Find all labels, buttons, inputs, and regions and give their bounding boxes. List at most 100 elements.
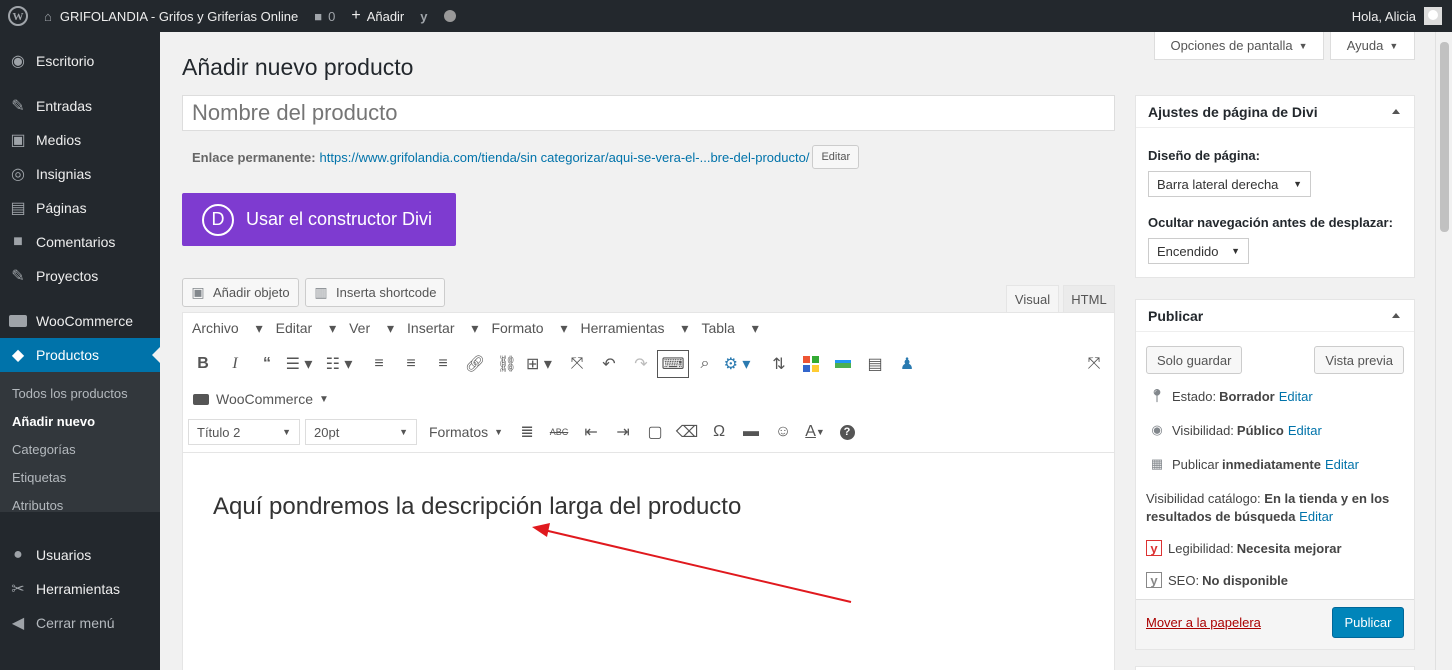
font-size-select[interactable]: 20pt ▼ [305,419,417,445]
find-icon[interactable]: ⌕ [689,350,721,378]
person-icon[interactable]: ♟ [891,350,923,378]
horizontal-line-icon[interactable]: ▬ [735,418,767,446]
italic-icon[interactable]: I [219,350,251,378]
preview-button[interactable]: Vista previa [1314,346,1404,374]
permalink-url[interactable]: https://www.grifolandia.com/tienda/sin c… [320,150,810,165]
menu-tabla[interactable]: Tabla ▾ [701,320,758,337]
align-center-icon[interactable]: ≡ [395,350,427,378]
strikethrough-icon[interactable]: ABC [543,418,575,446]
sort-icon[interactable]: ⇅ [763,350,795,378]
menu-archivo[interactable]: Archivo ▾ [192,320,263,337]
indent-icon[interactable]: ⇥ [607,418,639,446]
page-scrollbar[interactable] [1435,32,1452,670]
catalog-edit-link[interactable]: Editar [1299,509,1333,524]
screen-options-button[interactable]: Opciones de pantalla ▼ [1154,32,1324,60]
align-right-icon[interactable]: ≡ [427,350,459,378]
distraction-free-icon[interactable]: ⤧ [1078,350,1110,378]
publish-header[interactable]: Publicar [1136,300,1414,332]
trash-link[interactable]: Mover a la papelera [1146,615,1261,630]
sidebar-item-entradas[interactable]: ✎ Entradas [0,89,160,123]
collapse-menu[interactable]: ◀ Cerrar menú [0,606,160,640]
layout-label: Diseño de página: [1148,148,1260,163]
tab-visual[interactable]: Visual [1006,285,1059,313]
special-char-icon[interactable]: Ω [703,418,735,446]
settings-icon[interactable]: ⚙ ▾ [721,350,753,378]
site-name-link[interactable]: ⌂ GRIFOLANDIA - Grifos y Griferías Onlin… [36,0,306,32]
dashboard-icon: ◉ [11,53,25,70]
nav-select[interactable]: Encendido ▼ [1148,238,1249,264]
menu-editar[interactable]: Editar ▾ [276,320,337,337]
paste-text-icon[interactable]: ▢ [639,418,671,446]
help-button[interactable]: Ayuda ▼ [1330,32,1415,60]
justify-icon[interactable]: ≣ [511,418,543,446]
submenu-atributos[interactable]: Atributos [12,498,63,513]
sidebar-item-medios[interactable]: ▣ Medios [0,123,160,157]
submenu-todos-productos[interactable]: Todos los productos [12,386,128,401]
wrench-icon: ✂ [11,581,25,598]
sidebar-item-insignias[interactable]: ◎ Insignias [0,157,160,191]
divider-icon[interactable]: ▤ [859,350,891,378]
sidebar-item-woocommerce[interactable]: WooCommerce [0,304,160,338]
add-new-link[interactable]: + Añadir [343,0,412,32]
yoast-icon: y [1146,572,1162,588]
menu-insertar[interactable]: Insertar ▾ [407,320,478,337]
text-color-icon[interactable]: A ▼ [799,418,831,446]
status-edit-link[interactable]: Editar [1279,389,1313,404]
sidebar-item-productos[interactable]: ◆ Productos [0,338,160,372]
unlink-icon[interactable]: ⛓ [491,350,523,378]
emoji-icon[interactable]: ☺ [767,418,799,446]
sidebar-item-escritorio[interactable]: ◉ Escritorio [0,44,160,78]
clear-formatting-icon[interactable]: ⌫ [671,418,703,446]
wordpress-icon[interactable]: W [0,0,36,32]
submenu-etiquetas[interactable]: Etiquetas [12,470,66,485]
numbered-list-icon[interactable]: ☷ ▾ [323,350,355,378]
button-shortcode-icon[interactable] [827,350,859,378]
outdent-icon[interactable]: ⇤ [575,418,607,446]
sidebar-item-paginas[interactable]: ▤ Páginas [0,191,160,225]
submenu-categorias[interactable]: Categorías [12,442,76,457]
formats-menu[interactable]: Formatos ▼ [429,424,503,440]
tab-html[interactable]: HTML [1063,285,1115,313]
bold-icon[interactable]: B [187,350,219,378]
fullscreen-icon[interactable]: ⤧ [561,350,593,378]
schedule-edit-link[interactable]: Editar [1325,457,1359,472]
menu-formato[interactable]: Formato ▾ [491,320,567,337]
publish-button[interactable]: Publicar [1332,607,1404,638]
layout-select[interactable]: Barra lateral derecha ▼ [1148,171,1311,197]
comments-link[interactable]: ■ 0 [306,0,343,32]
editor-toolbar-1: B I “ ☰ ▾ ☷ ▾ ≡ ≡ ≡ 🔗︎ ⛓ ⊞ ▾ ⤧ ↶ ↷ ⌨ ⌕ ⚙… [183,347,1114,381]
redo-icon[interactable]: ↷ [625,350,657,378]
sidebar-item-proyectos[interactable]: ✎ Proyectos [0,259,160,293]
align-left-icon[interactable]: ≡ [363,350,395,378]
user-menu[interactable]: Hola, Alicia [1352,0,1452,32]
menu-herramientas[interactable]: Herramientas ▾ [580,320,688,337]
sidebar-item-comentarios[interactable]: ■ Comentarios [0,225,160,259]
add-media-button[interactable]: ▣ Añadir objeto [182,278,299,307]
heading-select[interactable]: Título 2 ▼ [188,419,300,445]
quote-icon[interactable]: “ [251,350,283,378]
publish-footer: Mover a la papelera Publicar [1136,599,1414,649]
submenu-anadir-nuevo[interactable]: Añadir nuevo [12,414,95,429]
bullet-list-icon[interactable]: ☰ ▾ [283,350,315,378]
divi-settings-header[interactable]: Ajustes de página de Divi [1136,96,1414,128]
product-title-input[interactable] [182,95,1115,131]
insert-shortcode-button[interactable]: ▥ Inserta shortcode [305,278,446,307]
help-icon[interactable]: ? [831,418,863,446]
caret-down-icon: ▼ [1389,40,1399,51]
divi-builder-button[interactable]: D Usar el constructor Divi [182,193,456,246]
permalink-edit-button[interactable]: Editar [812,145,860,169]
table-icon[interactable]: ⊞ ▾ [523,350,555,378]
menu-ver[interactable]: Ver ▾ [349,320,394,337]
modules-icon[interactable] [795,350,827,378]
toolbar-toggle-icon[interactable]: ⌨ [657,350,689,378]
save-draft-button[interactable]: Solo guardar [1146,346,1243,374]
sidebar-item-herramientas[interactable]: ✂ Herramientas [0,572,160,606]
visibility-edit-link[interactable]: Editar [1288,423,1322,438]
sidebar-item-usuarios[interactable]: ● Usuarios [0,538,160,572]
woocommerce-shortcodes-button[interactable]: WooCommerce ▼ [193,391,329,407]
link-icon[interactable]: 🔗︎ [459,350,491,378]
yoast-icon[interactable]: y [412,0,435,32]
scrollbar-thumb[interactable] [1440,42,1449,232]
pin-icon: ✎ [11,268,25,285]
undo-icon[interactable]: ↶ [593,350,625,378]
